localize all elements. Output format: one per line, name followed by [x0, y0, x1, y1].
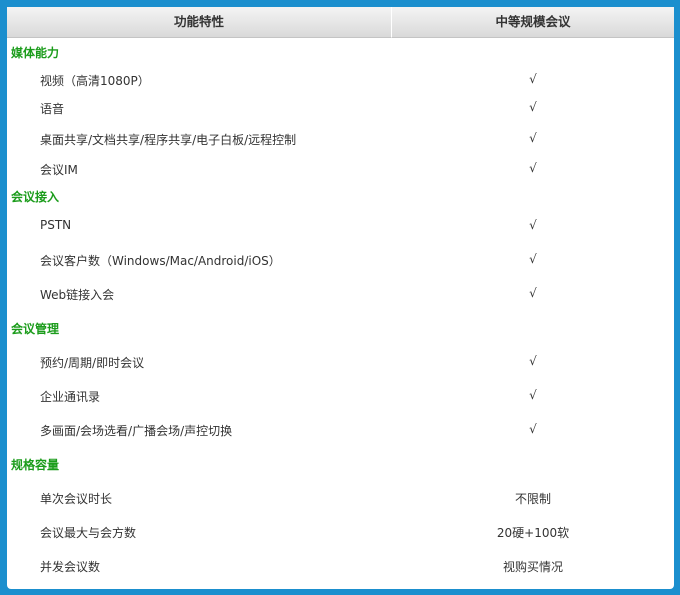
- row-value: √: [529, 286, 537, 300]
- section-title-media: 媒体能力: [11, 46, 60, 60]
- row-value: 不限制: [514, 492, 551, 506]
- row-value: √: [529, 388, 537, 402]
- row-feature: 单次会议时长: [40, 492, 113, 506]
- header-value: 中等规模会议: [392, 7, 674, 38]
- row-feature: 预约/周期/即时会议: [40, 356, 145, 370]
- row-value: √: [529, 131, 537, 145]
- row-feature: 视频（高清1080P）: [40, 74, 150, 88]
- row-feature: PSTN: [40, 218, 72, 232]
- row-value: √: [529, 354, 537, 368]
- row-feature: 多画面/会场选看/广播会场/声控切换: [40, 424, 233, 438]
- row-feature: 桌面共享/文档共享/程序共享/电子白板/远程控制: [40, 133, 297, 147]
- section-title-capacity: 规格容量: [11, 458, 60, 472]
- row-feature: 会议最大与会方数: [40, 526, 137, 540]
- section-title-access: 会议接入: [11, 190, 60, 204]
- row-value: √: [529, 72, 537, 86]
- row-value: √: [529, 218, 537, 232]
- section-title-management: 会议管理: [11, 322, 60, 336]
- row-value: √: [529, 422, 537, 436]
- row-value: 20硬+100软: [496, 526, 570, 540]
- row-feature: 企业通讯录: [40, 390, 101, 404]
- table-header: 功能特性 中等规模会议: [7, 7, 674, 38]
- feature-table: 功能特性 中等规模会议 媒体能力 视频（高清1080P） √ 语音 √ 桌面共享…: [7, 7, 674, 589]
- row-feature: 会议IM: [40, 163, 78, 177]
- row-value: 视购买情况: [502, 560, 563, 574]
- row-feature: 语音: [40, 102, 65, 116]
- row-feature: Web链接入会: [40, 288, 115, 302]
- row-feature: 会议客户数（Windows/Mac/Android/iOS）: [40, 254, 281, 268]
- row-value: √: [529, 100, 537, 114]
- row-value: √: [529, 161, 537, 175]
- row-feature: 并发会议数: [40, 560, 101, 574]
- row-value: √: [529, 252, 537, 266]
- header-feature: 功能特性: [7, 7, 392, 38]
